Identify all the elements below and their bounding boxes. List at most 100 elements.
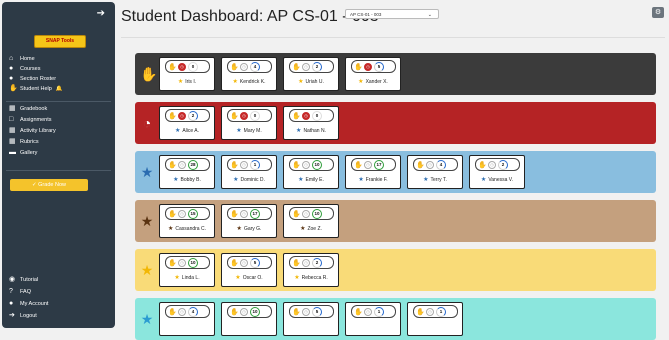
hand-icon: ✋ [168, 161, 177, 169]
sidebar-item-faq[interactable]: ? FAQ [9, 288, 31, 295]
student-card[interactable]: ✋ ◷ 5 [283, 302, 339, 336]
status-pill: ✋ ◷ 1 [413, 305, 458, 318]
student-name: ★ Xander X. [346, 78, 400, 85]
student-card[interactable]: ✋ ◷ 4 [159, 302, 215, 336]
star-icon: ★ [140, 164, 154, 180]
section-select[interactable]: AP CS-01 - 003 ⌄ [345, 9, 439, 19]
app-logo[interactable]: SNAP Tools [34, 35, 86, 48]
student-card[interactable]: ✋ ◷ 2 ★ Alice A. [159, 106, 215, 140]
status-pill: ✋ ◷ 15 [165, 207, 210, 220]
star-icon: ★ [358, 79, 364, 85]
student-name: ★ Mary M. [222, 127, 276, 134]
group-row-blue-star: ★ ✋ ◷ 28 ★ Bobby B. ✋ ◷ 1 ★ Dominic D. ✋ ◷ 10 ★ Emily E… [135, 151, 656, 193]
collapse-sidebar-icon[interactable]: ➔ [97, 8, 105, 19]
student-card[interactable]: ✋ ◷ 4 ★ Kendrick K. [221, 57, 277, 91]
student-card[interactable]: ✋ ◷ 10 [221, 302, 277, 336]
sidebar-item-activity-library[interactable]: ▦ Activity Library [9, 127, 56, 134]
student-card[interactable]: ✋ ◷ 1 [407, 302, 463, 336]
sidebar-item-logout[interactable]: ➔ Logout [9, 312, 37, 319]
clock-icon: ◷ [364, 160, 372, 169]
status-pill: ✋ ◷ 17 [227, 207, 272, 220]
student-card[interactable]: ✋ ◷ 0 ★ Mary M. [221, 106, 277, 140]
hand-icon: ✋ [292, 112, 301, 120]
student-name: ★ Cassandra C. [160, 225, 214, 232]
sidebar-item-gradebook[interactable]: ▦ Gradebook [9, 105, 48, 112]
group-row-cyan-star: ★ ✋ ◷ 4 ✋ ◷ 10 ✋ ◷ 5 ✋ ◷ 1 ✋ ◷ 1 [135, 298, 656, 340]
clock-icon: ◷ [178, 111, 186, 120]
student-card[interactable]: ✋ ◷ 2 ★ Rebecca R. [283, 253, 339, 287]
student-card[interactable]: ✋ ◷ 0 ★ Iris I. [159, 57, 215, 91]
progress-ring: 10 [312, 208, 322, 219]
grade-now-button[interactable]: ✓ Grade Now [10, 179, 88, 191]
star-icon: ★ [480, 177, 487, 183]
sidebar-item-gallery[interactable]: ▬ Gallery [9, 149, 37, 156]
student-card[interactable]: ✋ ◷ 10 ★ Zoe Z. [283, 204, 339, 238]
student-card[interactable]: ✋ ◷ 15 ★ Cassandra C. [159, 204, 215, 238]
status-pill: ✋ ◷ 2 [289, 256, 334, 269]
progress-ring: 1 [436, 306, 446, 317]
settings-button[interactable]: ⚙ [652, 7, 664, 18]
student-name: ★ Linda L. [160, 274, 214, 281]
student-name: ★ Frankie F. [346, 176, 400, 183]
section-select-value: AP CS-01 - 003 [350, 12, 382, 17]
life-ring-icon: ◉ [9, 276, 16, 283]
student-name-label: Emily E. [305, 177, 324, 183]
student-card[interactable]: ✋ ◷ 1 [345, 302, 401, 336]
progress-ring: 2 [312, 257, 322, 268]
sidebar-item-label: My Account [20, 301, 49, 307]
sidebar-item-my-account[interactable]: ● My Account [9, 300, 49, 307]
student-card[interactable]: ✋ ◷ 10 ★ Linda L. [159, 253, 215, 287]
student-card[interactable]: ✋ ◷ 0 ★ Nathan N. [283, 106, 339, 140]
progress-ring: 10 [250, 306, 260, 317]
gradebook-icon: ▦ [9, 105, 16, 112]
student-name-label: Xander X. [365, 79, 388, 85]
status-pill: ✋ ◷ 10 [227, 305, 272, 318]
student-card[interactable]: ✋ ◷ 5 ★ Xander X. [345, 57, 401, 91]
student-name: ★ Terry T. [408, 176, 462, 183]
sidebar-item-section-roster[interactable]: ● Section Roster [9, 75, 56, 82]
sidebar-item-assignments[interactable]: □ Assignments [9, 116, 52, 123]
user-icon: ● [9, 300, 14, 307]
hand-icon: ✋ [354, 161, 363, 169]
hand-icon: ✋ [230, 308, 239, 316]
hand-icon: ✋ [292, 63, 301, 71]
sidebar-item-label: Gradebook [20, 106, 48, 112]
sidebar-item-rubrics[interactable]: ▦ Rubrics [9, 138, 39, 145]
hand-icon: ✋ [292, 210, 301, 218]
clock-icon: ◷ [178, 307, 186, 316]
status-pill: ✋ ◷ 10 [165, 256, 210, 269]
student-name-label: Kendrick K. [239, 79, 266, 85]
student-card[interactable]: ✋ ◷ 17 ★ Frankie F. [345, 155, 401, 189]
student-name-label: Iris I. [185, 79, 197, 85]
hand-icon: ✋ [416, 161, 425, 169]
sidebar-divider [6, 101, 111, 102]
student-card[interactable]: ✋ ◷ 1 ★ Dominic D. [221, 155, 277, 189]
page-title: Student Dashboard: AP CS-01 - 003 [121, 8, 379, 25]
student-name: ★ Vanessa V. [470, 176, 524, 183]
star-icon: ★ [298, 79, 304, 85]
sidebar-item-home[interactable]: ⌂ Home [9, 55, 35, 62]
sidebar-item-label: Activity Library [20, 128, 56, 134]
student-card[interactable]: ✋ ◷ 2 ★ Uriah U. [283, 57, 339, 91]
progress-ring: 17 [250, 208, 260, 219]
student-card[interactable]: ✋ ◷ 5 ★ Oscar O. [221, 253, 277, 287]
student-card[interactable]: ✋ ◷ 28 ★ Bobby B. [159, 155, 215, 189]
hand-icon: ✋ [168, 259, 177, 267]
student-card[interactable]: ✋ ◷ 2 ★ Vanessa V. [469, 155, 525, 189]
progress-ring: 0 [250, 110, 260, 121]
status-pill: ✋ ◷ 4 [227, 60, 272, 73]
clock-icon: ◷ [240, 160, 248, 169]
sidebar: ➔ SNAP Tools ⌂ Home ● Courses ● Section Ros… [2, 2, 115, 328]
clock-icon: ◷ [302, 62, 310, 71]
student-card[interactable]: ✋ ◷ 4 ★ Terry T. [407, 155, 463, 189]
status-pill: ✋ ◷ 17 [351, 158, 396, 171]
student-name-label: Linda L. [181, 275, 200, 281]
sidebar-item-student-help[interactable]: ✋ Student Help 🔔 [9, 85, 63, 92]
home-icon: ⌂ [9, 55, 14, 62]
student-card[interactable]: ✋ ◷ 10 ★ Emily E. [283, 155, 339, 189]
student-card[interactable]: ✋ ◷ 17 ★ Gary G. [221, 204, 277, 238]
star-icon: ★ [423, 177, 429, 183]
sidebar-item-courses[interactable]: ● Courses [9, 65, 40, 72]
sidebar-item-tutorial[interactable]: ◉ Tutorial [9, 276, 38, 283]
star-icon: ★ [174, 128, 181, 134]
